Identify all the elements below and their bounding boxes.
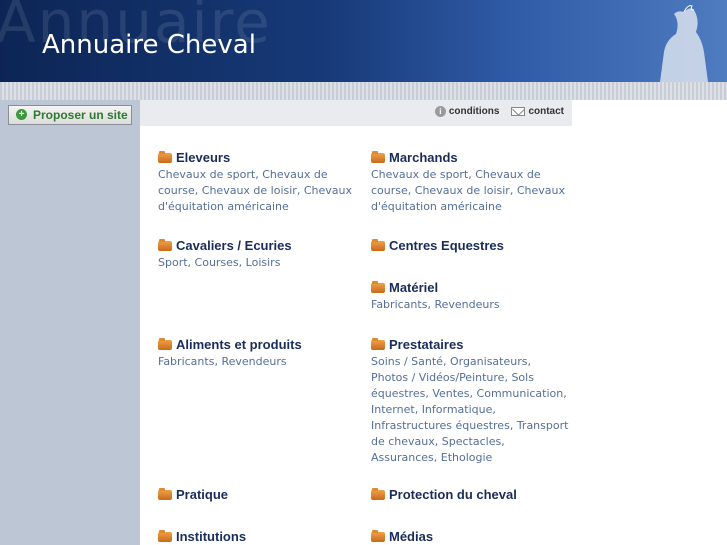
subcategory-link[interactable]: Sport bbox=[158, 256, 188, 269]
contact-link[interactable]: contact bbox=[511, 106, 564, 117]
subcategory-link[interactable]: Assurances bbox=[371, 451, 434, 464]
category-aliments-produits: Aliments et produits Fabricants, Revende… bbox=[158, 337, 356, 370]
category-marchands: Marchands Chevaux de sport, Chevaux de c… bbox=[371, 150, 569, 215]
category-title: Médias bbox=[389, 529, 434, 544]
category-title: Prestataires bbox=[389, 337, 464, 352]
conditions-label: conditions bbox=[448, 106, 500, 117]
category-institutions: Institutions bbox=[158, 529, 246, 544]
category-cavaliers-ecuries: Cavaliers / Ecuries Sport, Courses, Lois… bbox=[158, 238, 356, 271]
site-header: Annuaire Annuaire Cheval bbox=[0, 0, 727, 82]
subcategory-link[interactable]: Communication bbox=[477, 387, 564, 400]
subcategory-link[interactable]: Ventes bbox=[432, 387, 469, 400]
subcategory-list: Chevaux de sport, Chevaux de course, Che… bbox=[158, 168, 352, 213]
subcategory-link[interactable]: Chevaux de sport bbox=[158, 168, 255, 181]
category-link[interactable]: Marchands bbox=[371, 150, 569, 165]
category-title: Centres Equestres bbox=[389, 238, 504, 253]
category-link[interactable]: Protection du cheval bbox=[371, 487, 517, 502]
category-link[interactable]: Aliments et produits bbox=[158, 337, 356, 352]
mail-icon bbox=[511, 107, 526, 116]
subcategory-link[interactable]: Infrastructures équestres bbox=[371, 419, 510, 432]
subcategory-link[interactable]: Chevaux de loisir bbox=[415, 184, 510, 197]
folder-icon bbox=[371, 280, 385, 293]
subcategory-link[interactable]: Fabricants bbox=[371, 298, 427, 311]
category-link[interactable]: Eleveurs bbox=[158, 150, 356, 165]
folder-icon bbox=[371, 487, 385, 500]
subcategory-link[interactable]: Photos / Vidéos/Peinture bbox=[371, 371, 504, 384]
folder-icon bbox=[158, 337, 172, 350]
subcategory-link[interactable]: Fabricants bbox=[158, 355, 214, 368]
category-materiel: Matériel Fabricants, Revendeurs bbox=[371, 280, 569, 313]
category-link[interactable]: Cavaliers / Ecuries bbox=[158, 238, 356, 253]
header-stripe bbox=[0, 82, 727, 100]
contact-label: contact bbox=[528, 106, 564, 117]
subcategory-link[interactable]: Loisirs bbox=[246, 256, 281, 269]
subcategory-link[interactable]: Spectacles bbox=[442, 435, 501, 448]
site-title[interactable]: Annuaire Cheval bbox=[42, 30, 256, 60]
category-link[interactable]: Prestataires bbox=[371, 337, 569, 352]
sidebar: + Proposer un site bbox=[0, 100, 140, 545]
subcategory-list: Chevaux de sport, Chevaux de course, Che… bbox=[371, 168, 565, 213]
propose-site-label: Proposer un site bbox=[33, 108, 128, 122]
info-icon: i bbox=[434, 106, 446, 117]
subcategory-link[interactable]: Revendeurs bbox=[434, 298, 499, 311]
category-prestataires: Prestataires Soins / Santé, Organisateur… bbox=[371, 337, 569, 466]
category-title: Institutions bbox=[176, 529, 247, 544]
category-title: Pratique bbox=[176, 487, 229, 502]
subcategory-link[interactable]: Chevaux de sport bbox=[371, 168, 468, 181]
category-eleveurs: Eleveurs Chevaux de sport, Chevaux de co… bbox=[158, 150, 356, 215]
subcategory-link[interactable]: Ethologie bbox=[441, 451, 493, 464]
category-title: Protection du cheval bbox=[389, 487, 517, 502]
category-title: Matériel bbox=[389, 280, 439, 295]
folder-icon bbox=[158, 529, 172, 542]
subcategory-list: Soins / Santé, Organisateurs, Photos / V… bbox=[371, 355, 569, 464]
category-medias: Médias bbox=[371, 529, 433, 544]
subcategory-list: Fabricants, Revendeurs bbox=[371, 298, 500, 311]
folder-icon bbox=[371, 529, 385, 542]
top-links-bar: i conditions contact bbox=[140, 100, 572, 126]
category-title: Marchands bbox=[389, 150, 458, 165]
horse-image bbox=[660, 5, 708, 82]
subcategory-link[interactable]: Internet bbox=[371, 403, 415, 416]
folder-icon bbox=[371, 150, 385, 163]
category-title: Cavaliers / Ecuries bbox=[176, 238, 292, 253]
subcategory-link[interactable]: Soins / Santé bbox=[371, 355, 443, 368]
category-pratique: Pratique bbox=[158, 487, 228, 502]
category-link[interactable]: Médias bbox=[371, 529, 433, 544]
propose-site-button[interactable]: + Proposer un site bbox=[8, 105, 132, 125]
folder-icon bbox=[158, 487, 172, 500]
subcategory-list: Sport, Courses, Loisirs bbox=[158, 256, 281, 269]
subcategory-link[interactable]: Informatique bbox=[422, 403, 493, 416]
subcategory-link[interactable]: Revendeurs bbox=[221, 355, 286, 368]
folder-icon bbox=[371, 238, 385, 251]
category-title: Eleveurs bbox=[176, 150, 231, 165]
category-link[interactable]: Pratique bbox=[158, 487, 228, 502]
subcategory-link[interactable]: Courses bbox=[195, 256, 239, 269]
subcategory-link[interactable]: Organisateurs bbox=[450, 355, 528, 368]
folder-icon bbox=[158, 150, 172, 163]
conditions-link[interactable]: i conditions bbox=[434, 106, 500, 117]
subcategory-list: Fabricants, Revendeurs bbox=[158, 355, 287, 368]
category-link[interactable]: Institutions bbox=[158, 529, 246, 544]
plus-icon: + bbox=[16, 109, 27, 120]
category-title: Aliments et produits bbox=[176, 337, 302, 352]
category-link[interactable]: Matériel bbox=[371, 280, 569, 295]
category-protection-cheval: Protection du cheval bbox=[371, 487, 517, 502]
subcategory-link[interactable]: Chevaux de loisir bbox=[202, 184, 297, 197]
category-centres-equestres: Centres Equestres bbox=[371, 238, 504, 253]
folder-icon bbox=[371, 337, 385, 350]
category-link[interactable]: Centres Equestres bbox=[371, 238, 504, 253]
folder-icon bbox=[158, 238, 172, 251]
